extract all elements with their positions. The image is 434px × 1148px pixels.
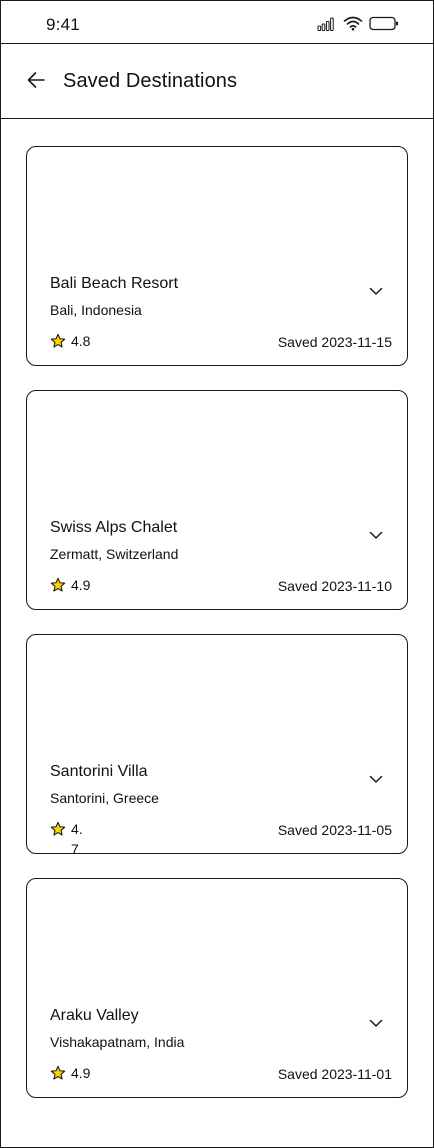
chevron-down-icon xyxy=(369,283,383,301)
saved-date: Saved 2023-11-05 xyxy=(277,822,392,838)
status-icons xyxy=(317,16,399,36)
destination-location: Zermatt, Switzerland xyxy=(50,546,179,562)
saved-date: Saved 2023-11-10 xyxy=(277,578,392,594)
expand-button[interactable] xyxy=(367,527,385,545)
app-header: Saved Destinations xyxy=(1,44,433,119)
page-title: Saved Destinations xyxy=(63,70,238,92)
saved-date: Saved 2023-11-15 xyxy=(277,334,392,350)
star-icon xyxy=(50,333,66,349)
star-icon xyxy=(50,821,66,837)
rating-value: 4.8 xyxy=(71,333,91,349)
expand-button[interactable] xyxy=(367,283,385,301)
battery-icon xyxy=(369,16,399,36)
chevron-down-icon xyxy=(369,1015,383,1033)
status-bar: 9:41 xyxy=(1,1,433,44)
chevron-down-icon xyxy=(369,527,383,545)
signal-icon xyxy=(317,17,337,36)
saved-date: Saved 2023-11-01 xyxy=(277,1066,392,1082)
wifi-icon xyxy=(343,16,363,36)
destination-card[interactable]: Araku Valley Vishakapatnam, India 4.9 Sa… xyxy=(26,878,408,1098)
app-screen: 9:41 Saved Destinations Bali Beach Resor… xyxy=(0,0,434,1148)
destination-card[interactable]: Swiss Alps Chalet Zermatt, Switzerland 4… xyxy=(26,390,408,610)
chevron-down-icon xyxy=(369,771,383,789)
status-time: 9:41 xyxy=(46,15,80,34)
expand-button[interactable] xyxy=(367,1015,385,1033)
destination-name: Araku Valley xyxy=(50,1007,139,1024)
destination-location: Vishakapatnam, India xyxy=(50,1034,185,1050)
destination-location: Bali, Indonesia xyxy=(50,302,142,318)
rating-value: 4.9 xyxy=(71,1065,91,1081)
back-button[interactable] xyxy=(23,69,49,95)
expand-button[interactable] xyxy=(367,771,385,789)
destination-list: Bali Beach Resort Bali, Indonesia 4.8 Sa… xyxy=(26,146,408,1122)
destination-name: Santorini Villa xyxy=(50,763,148,780)
destination-card[interactable]: Santorini Villa Santorini, Greece 4.7 Sa… xyxy=(26,634,408,857)
rating: 4.9 xyxy=(50,1065,90,1081)
star-icon xyxy=(50,1065,66,1081)
rating: 4.9 xyxy=(50,577,90,593)
rating: 4.7 xyxy=(50,821,85,859)
destination-name: Bali Beach Resort xyxy=(50,275,179,292)
destination-name: Swiss Alps Chalet xyxy=(50,519,178,536)
star-icon xyxy=(50,577,66,593)
rating-value: 4.7 xyxy=(71,821,83,857)
destination-card[interactable]: Bali Beach Resort Bali, Indonesia 4.8 Sa… xyxy=(26,146,408,366)
destination-location: Santorini, Greece xyxy=(50,790,159,806)
arrow-left-icon xyxy=(26,71,46,94)
rating-value: 4.9 xyxy=(71,577,91,593)
rating: 4.8 xyxy=(50,333,90,349)
